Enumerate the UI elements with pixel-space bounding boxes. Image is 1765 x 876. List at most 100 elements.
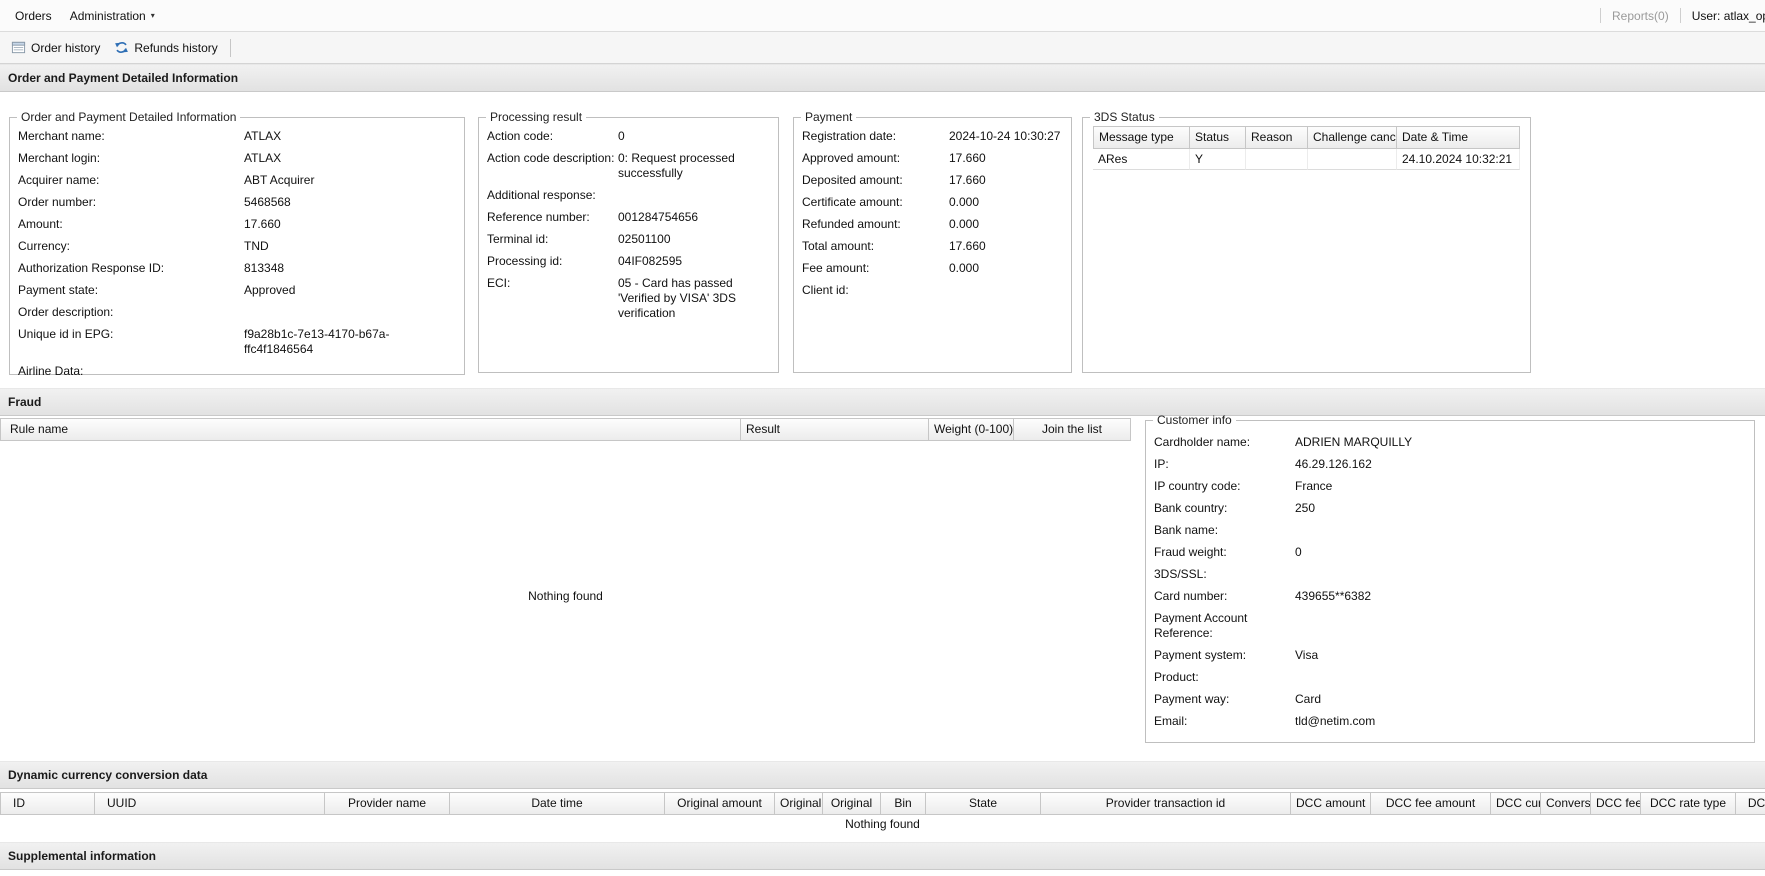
field-value: ATLAX [244,129,456,144]
field-value: TND [244,239,456,254]
field-label: Additional response: [487,188,618,203]
col-provider-name[interactable]: Provider name [325,792,450,815]
field-row-card-number: Card number:439655**6382 [1154,589,1746,604]
field-value: 813348 [244,261,456,276]
field-row-payment-state: Payment state:Approved [18,283,456,298]
field-row-acquirer-name: Acquirer name:ABT Acquirer [18,173,456,188]
field-row-bank-name: Bank name: [1154,523,1746,538]
col-message-type[interactable]: Message type [1093,126,1190,149]
field-row-approved-amount: Approved amount:17.660 [802,151,1063,166]
field-value: tld@netim.com [1295,714,1746,729]
menu-reports[interactable]: Reports(0) [1612,9,1669,23]
field-row-bank-country: Bank country:250 [1154,501,1746,516]
field-value: 0.000 [949,261,1063,276]
field-value: 17.660 [949,239,1063,254]
col-original-currency[interactable]: Original [823,792,881,815]
col-state[interactable]: State [926,792,1041,815]
col-bin[interactable]: Bin [881,792,926,815]
fraud-section: Rule name Result Weight (0-100) Join the… [0,416,1765,761]
col-join-the-list[interactable]: Join the list [1014,418,1131,441]
dcc-empty-state: Nothing found [0,815,1765,833]
field-row-order-number: Order number:5468568 [18,195,456,210]
fraud-table-header: Rule name Result Weight (0-100) Join the… [0,418,1131,441]
field-value: ATLAX [244,151,456,166]
order-history-label: Order history [31,41,100,55]
col-reason[interactable]: Reason [1246,126,1308,149]
chevron-down-icon: ▾ [151,12,155,20]
col-original-fee[interactable]: Original f [775,792,823,815]
field-row-refunded-amount: Refunded amount:0.000 [802,217,1063,232]
field-value: Card [1295,692,1746,707]
field-label: Certificate amount: [802,195,949,210]
field-value: France [1295,479,1746,494]
threeds-table-row: ARes Y 24.10.2024 10:32:21 [1093,149,1520,170]
field-label: Currency: [18,239,244,254]
col-dcc-currency[interactable]: DCC curr [1491,792,1541,815]
field-value: 439655**6382 [1295,589,1746,604]
col-provider-transaction-id[interactable]: Provider transaction id [1041,792,1291,815]
col-id[interactable]: ID [0,792,95,815]
field-row-cardholder-name: Cardholder name:ADRIEN MARQUILLY [1154,435,1746,450]
refunds-history-icon [114,40,129,55]
col-dc-cut[interactable]: DC [1736,792,1765,815]
field-label: Merchant name: [18,129,244,144]
field-value: 0: Request processed successfully [618,151,770,181]
toolbar-separator [230,39,231,57]
col-dcc-fee-amount[interactable]: DCC fee amount [1371,792,1491,815]
col-date-time[interactable]: Date time [450,792,665,815]
cell-status: Y [1190,149,1246,170]
section-dcc-header: Dynamic currency conversion data [0,761,1765,789]
field-label: Fraud weight: [1154,545,1295,560]
order-history-button[interactable]: Order history [4,36,107,59]
col-conversion[interactable]: Conversi [1541,792,1591,815]
col-dcc-fee[interactable]: DCC fee [1591,792,1641,815]
cell-date-time: 24.10.2024 10:32:21 [1397,149,1520,170]
field-value: 17.660 [949,151,1063,166]
field-row-deposited-amount: Deposited amount:17.660 [802,173,1063,188]
field-value: 0 [618,129,770,144]
field-row-terminal-id: Terminal id:02501100 [487,232,770,247]
field-row-amount: Amount:17.660 [18,217,456,232]
field-label: Acquirer name: [18,173,244,188]
col-date-time[interactable]: Date & Time [1397,126,1520,149]
col-challenge-cancel[interactable]: Challenge cancel [1308,126,1397,149]
cell-reason [1246,149,1308,170]
field-row-registration-date: Registration date:2024-10-24 10:30:27 [802,129,1063,144]
field-label: ECI: [487,276,618,291]
field-label: Deposited amount: [802,173,949,188]
field-value: 17.660 [244,217,456,232]
field-value: 02501100 [618,232,770,247]
field-label: Terminal id: [487,232,618,247]
dcc-empty-text: Nothing found [845,817,920,831]
menu-administration[interactable]: Administration ▾ [61,4,164,28]
menu-bar-right: Reports(0) User: atlax_op [1600,0,1765,31]
fraud-empty-state: Nothing found [0,441,1131,750]
order-info-legend: Order and Payment Detailed Information [17,110,240,124]
order-history-icon [11,40,26,55]
field-row-certificate-amount: Certificate amount:0.000 [802,195,1063,210]
col-result[interactable]: Result [741,418,929,441]
refunds-history-button[interactable]: Refunds history [107,36,224,59]
cell-challenge-cancel [1308,149,1397,170]
col-uuid[interactable]: UUID [95,792,325,815]
field-label: IP: [1154,457,1295,472]
col-status[interactable]: Status [1190,126,1246,149]
threeds-status-panel: 3DS Status Message type Status Reason Ch… [1082,110,1531,373]
field-label: Processing id: [487,254,618,269]
col-dcc-rate-type[interactable]: DCC rate type [1641,792,1736,815]
field-label: Total amount: [802,239,949,254]
field-row-authorization-response-id: Authorization Response ID:813348 [18,261,456,276]
payment-legend: Payment [801,110,856,124]
field-label: Action code description: [487,151,618,166]
menu-orders[interactable]: Orders [6,4,61,28]
field-row-merchant-login: Merchant login:ATLAX [18,151,456,166]
field-label: Action code: [487,129,618,144]
col-rule-name[interactable]: Rule name [0,418,741,441]
field-value: f9a28b1c-7e13-4170-b67a-ffc4f1846564 [244,327,456,357]
col-weight[interactable]: Weight (0-100) [929,418,1014,441]
field-row-3ds-ssl: 3DS/SSL: [1154,567,1746,582]
col-original-amount[interactable]: Original amount [665,792,775,815]
field-row-ip: IP:46.29.126.162 [1154,457,1746,472]
field-value: 04IF082595 [618,254,770,269]
col-dcc-amount[interactable]: DCC amount [1291,792,1371,815]
